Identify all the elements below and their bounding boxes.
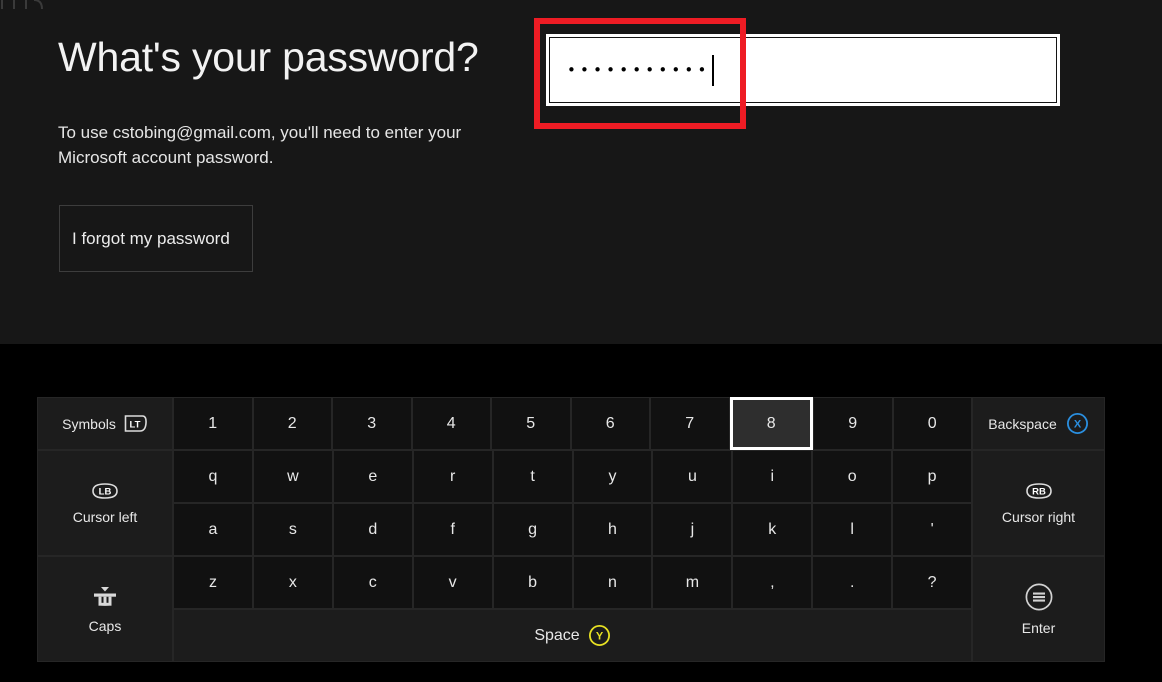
menu-button-icon [1024, 582, 1054, 612]
key-punct-7[interactable]: , [732, 556, 813, 609]
lt-trigger-icon: LT [123, 414, 148, 433]
password-input-inner[interactable]: ••••••••••• [549, 37, 1057, 103]
key-symbols[interactable]: Symbols LT [37, 397, 173, 450]
prompt-subtext: To use cstobing@gmail.com, you'll need t… [58, 123, 462, 167]
key-9[interactable]: 9 [813, 397, 893, 450]
svg-text:Y: Y [596, 630, 604, 642]
svg-text:LB: LB [99, 486, 112, 497]
key-enter[interactable]: Enter [972, 556, 1105, 662]
key-n[interactable]: n [572, 556, 653, 609]
key-punct-9[interactable]: ' [892, 503, 973, 556]
key-punct-8[interactable]: . [812, 556, 893, 609]
key-cursor-left[interactable]: LB Cursor left [37, 450, 173, 556]
key-x[interactable]: x [252, 556, 333, 609]
key-b[interactable]: b [492, 556, 573, 609]
keyboard-number-row: 1234567890 [173, 397, 972, 450]
key-1[interactable]: 1 [173, 397, 253, 450]
key-backspace-label: Backspace [988, 415, 1057, 432]
key-s[interactable]: s [252, 503, 333, 556]
key-h[interactable]: h [572, 503, 653, 556]
key-0[interactable]: 0 [892, 397, 972, 450]
key-o[interactable]: o [812, 450, 893, 503]
keyboard-right-column: Backspace X RB Cursor right Enter [972, 397, 1105, 662]
x-button-icon: X [1066, 412, 1089, 435]
keyboard-home-row: a s d f g h j k l ' [173, 503, 973, 556]
key-r[interactable]: r [412, 450, 493, 503]
key-u[interactable]: u [652, 450, 733, 503]
svg-text:LT: LT [129, 419, 140, 430]
key-7[interactable]: 7 [650, 397, 730, 450]
key-e[interactable]: e [332, 450, 413, 503]
key-enter-label: Enter [1021, 620, 1056, 636]
svg-text:RB: RB [1032, 486, 1046, 497]
key-cursor-left-label: Cursor left [72, 508, 138, 525]
prompt-panel: What's your password? To use cstobing@gm… [0, 0, 1162, 344]
forgot-password-button[interactable]: I forgot my password [59, 205, 253, 272]
key-w[interactable]: w [252, 450, 333, 503]
key-c[interactable]: c [332, 556, 413, 609]
text-caret [711, 54, 714, 86]
key-f[interactable]: f [412, 503, 493, 556]
key-k[interactable]: k [732, 503, 813, 556]
key-v[interactable]: v [412, 556, 493, 609]
key-d[interactable]: d [332, 503, 413, 556]
key-l[interactable]: l [812, 503, 893, 556]
rb-bumper-icon: RB [1023, 482, 1055, 500]
key-p[interactable]: p [892, 450, 973, 503]
keyboard-qwerty-row: qwertyuiop [173, 450, 973, 503]
key-caps[interactable]: Caps [37, 556, 173, 662]
page-title: What's your password? [58, 34, 479, 80]
key-y[interactable]: y [572, 450, 653, 503]
password-masked-value: ••••••••••• [567, 60, 711, 79]
key-j[interactable]: j [652, 503, 733, 556]
key-g[interactable]: g [492, 503, 573, 556]
key-cursor-right[interactable]: RB Cursor right [972, 450, 1105, 556]
password-input[interactable]: ••••••••••• [544, 32, 1062, 108]
key-backspace[interactable]: Backspace X [972, 397, 1105, 450]
key-3[interactable]: 3 [332, 397, 412, 450]
key-a[interactable]: a [173, 503, 253, 556]
key-z[interactable]: z [173, 556, 253, 609]
key-space-label: Space [534, 626, 580, 644]
key-4[interactable]: 4 [411, 397, 491, 450]
key-t[interactable]: t [492, 450, 573, 503]
key-cursor-right-label: Cursor right [1001, 508, 1076, 525]
keyboard-left-column: Symbols LT LB Cursor left Caps [37, 397, 173, 662]
y-button-icon: Y [588, 624, 611, 647]
key-m[interactable]: m [652, 556, 733, 609]
key-symbols-label: Symbols [62, 415, 116, 432]
key-space[interactable]: Space Y [173, 609, 972, 662]
lb-bumper-icon: LB [89, 482, 121, 500]
screen-root: What's your password? To use cstobing@gm… [0, 0, 1162, 682]
key-6[interactable]: 6 [570, 397, 650, 450]
caps-lock-icon [90, 585, 120, 611]
key-5[interactable]: 5 [491, 397, 571, 450]
key-punct-9[interactable]: ? [892, 556, 973, 609]
key-q[interactable]: q [173, 450, 253, 503]
window-corner-stub-icon [0, 0, 62, 9]
key-8[interactable]: 8 [729, 397, 813, 450]
keyboard-bottom-row: z x c v b n m,.? [173, 556, 973, 609]
onscreen-keyboard: Symbols LT LB Cursor left Caps 1 2 3 4 5… [37, 397, 1105, 662]
svg-text:X: X [1074, 418, 1082, 430]
key-i[interactable]: i [732, 450, 813, 503]
key-2[interactable]: 2 [252, 397, 332, 450]
keyboard-character-grid: 1 2 3 4 5 6 7 8 9 0 q w e r t y u i o p a s d f g h j k l ' z x c v b n m,.?… [173, 397, 973, 662]
key-caps-label: Caps [88, 617, 122, 634]
